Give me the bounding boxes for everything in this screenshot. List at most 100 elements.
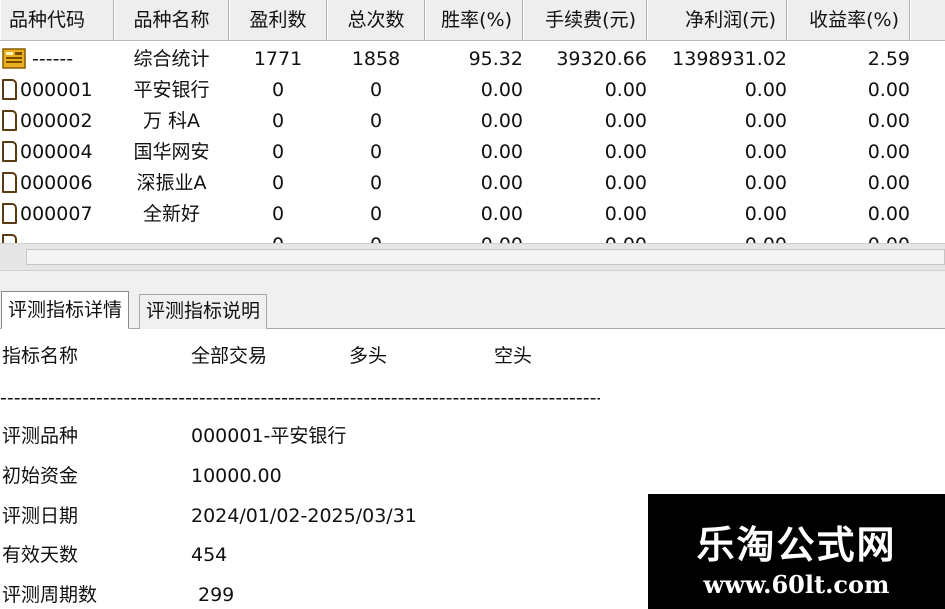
scrollbar-thumb[interactable] (26, 249, 945, 265)
cell-fee: 0.00 (604, 141, 647, 163)
cell-code-text: 000004 (20, 141, 93, 163)
watermark-banner: 乐淘公式网 www.60lt.com (648, 494, 945, 609)
cell-fee: 0.00 (523, 230, 647, 243)
cell-return: 0.00 (867, 203, 910, 225)
cell-fee: 0.00 (604, 79, 647, 101)
metric-label-capital: 初始资金 (2, 465, 79, 487)
metric-label-days: 有效天数 (2, 544, 79, 566)
cell-fee: 0.00 (604, 172, 647, 194)
metric-label-symbol: 评测品种 (2, 425, 79, 447)
document-icon (2, 234, 17, 243)
col-header-net[interactable]: 净利润(元) (647, 0, 787, 40)
metric-value-periods: 299 (198, 584, 235, 606)
col-long: 多头 (349, 345, 388, 367)
dashed-divider: ----------------------------------------… (0, 387, 600, 409)
cell-code-text: 000002 (20, 110, 93, 132)
document-icon (2, 141, 17, 162)
cell-net: 1398931.02 (672, 48, 787, 70)
cell-fee: 0.00 (604, 203, 647, 225)
col-header-filler (910, 0, 945, 40)
cell-code-text: 000006 (20, 172, 93, 194)
cell-rate: 0.00 (480, 172, 523, 194)
summary-icon (2, 48, 26, 69)
table-body: ------ 综合统计 1771 1858 95.32 39320.66 139… (0, 44, 945, 243)
table-row[interactable]: 000002 万 科A 0 0 0.00 0.00 0.00 0.00 (0, 106, 945, 137)
col-header-total[interactable]: 总次数 (327, 0, 425, 40)
col-header-rate[interactable]: 胜率(%) (425, 0, 523, 40)
cell-total: 1858 (351, 48, 401, 70)
cell-code: 000006 (2, 168, 114, 199)
cell-rate: 0.00 (425, 230, 523, 243)
table-row-summary[interactable]: ------ 综合统计 1771 1858 95.32 39320.66 139… (0, 44, 945, 75)
cell-return: 0.00 (867, 172, 910, 194)
metric-label-periods: 评测周期数 (2, 584, 98, 606)
cell-total: 0 (327, 230, 425, 243)
cell-net: 0.00 (744, 172, 787, 194)
col-short: 空头 (494, 345, 533, 367)
cell-total: 0 (369, 203, 383, 225)
metric-value-capital: 10000.00 (191, 465, 282, 487)
document-icon (2, 172, 17, 193)
cell-wins: 0 (271, 141, 285, 163)
cell-code-text: 000001 (20, 79, 93, 101)
tab-explanation[interactable]: 评测指标说明 (139, 294, 268, 329)
cell-net: 0.00 (647, 230, 787, 243)
horizontal-scrollbar[interactable] (0, 243, 945, 271)
cell-net: 0.00 (744, 141, 787, 163)
cell-name: 全新好 (142, 203, 200, 225)
metric-value-symbol: 000001-平安银行 (191, 425, 347, 447)
cell-name: 平安银行 (133, 79, 210, 101)
cell-net: 0.00 (744, 203, 787, 225)
table-row[interactable]: 000007 全新好 0 0 0.00 0.00 0.00 0.00 (0, 199, 945, 230)
cell-code: 000002 (2, 106, 114, 137)
cell-wins: 1771 (253, 48, 303, 70)
table-row[interactable]: 000004 国华网安 0 0 0.00 0.00 0.00 0.00 (0, 137, 945, 168)
cell-return: 2.59 (867, 48, 910, 70)
cell-name: 综合统计 (133, 48, 210, 70)
cell-name (114, 230, 229, 243)
table-row-partial[interactable]: 0 0 0.00 0.00 0.00 0.00 (0, 230, 945, 243)
cell-code-text: ------ (32, 48, 74, 70)
cell-rate: 0.00 (480, 79, 523, 101)
cell-code-text: 000007 (20, 203, 93, 225)
cell-name: 国华网安 (133, 141, 210, 163)
cell-wins: 0 (271, 203, 285, 225)
cell-code (2, 230, 114, 243)
tab-details[interactable]: 评测指标详情 (1, 291, 130, 329)
cell-return: 0.00 (867, 141, 910, 163)
cell-total: 0 (369, 141, 383, 163)
col-header-wins[interactable]: 盈利数 (229, 0, 327, 40)
tab-bar: 评测指标详情 评测指标说明 (0, 291, 945, 329)
col-header-return[interactable]: 收益率(%) (787, 0, 910, 40)
cell-total: 0 (369, 172, 383, 194)
col-header-fee[interactable]: 手续费(元) (523, 0, 647, 40)
cell-code: 000004 (2, 137, 114, 168)
document-icon (2, 79, 17, 100)
cell-wins: 0 (271, 172, 285, 194)
col-header-code[interactable]: 品种代码 (0, 0, 114, 40)
cell-code: 000001 (2, 75, 114, 106)
cell-wins: 0 (271, 79, 285, 101)
table-row[interactable]: 000001 平安银行 0 0 0.00 0.00 0.00 0.00 (0, 75, 945, 106)
cell-return: 0.00 (867, 110, 910, 132)
cell-fee: 0.00 (604, 110, 647, 132)
col-all-trades: 全部交易 (191, 345, 268, 367)
table-row[interactable]: 000006 深振业A 0 0 0.00 0.00 0.00 0.00 (0, 168, 945, 199)
table-header: 品种代码 品种名称 盈利数 总次数 胜率(%) 手续费(元) 净利润(元) 收益… (0, 0, 945, 41)
results-table: 品种代码 品种名称 盈利数 总次数 胜率(%) 手续费(元) 净利润(元) 收益… (0, 0, 945, 243)
metric-value-days: 454 (191, 544, 228, 566)
document-icon (2, 110, 17, 131)
panel-splitter[interactable] (0, 271, 945, 291)
watermark-title: 乐淘公式网 (696, 522, 897, 567)
cell-name: 深振业A (136, 172, 207, 194)
cell-rate: 95.32 (468, 48, 523, 70)
cell-code: ------ (2, 44, 114, 75)
cell-wins: 0 (229, 230, 327, 243)
cell-fee: 39320.66 (556, 48, 647, 70)
cell-wins: 0 (271, 110, 285, 132)
cell-rate: 0.00 (480, 141, 523, 163)
cell-return: 0.00 (787, 230, 910, 243)
col-header-name[interactable]: 品种名称 (114, 0, 229, 40)
watermark-url: www.60lt.com (703, 570, 890, 599)
cell-total: 0 (369, 110, 383, 132)
